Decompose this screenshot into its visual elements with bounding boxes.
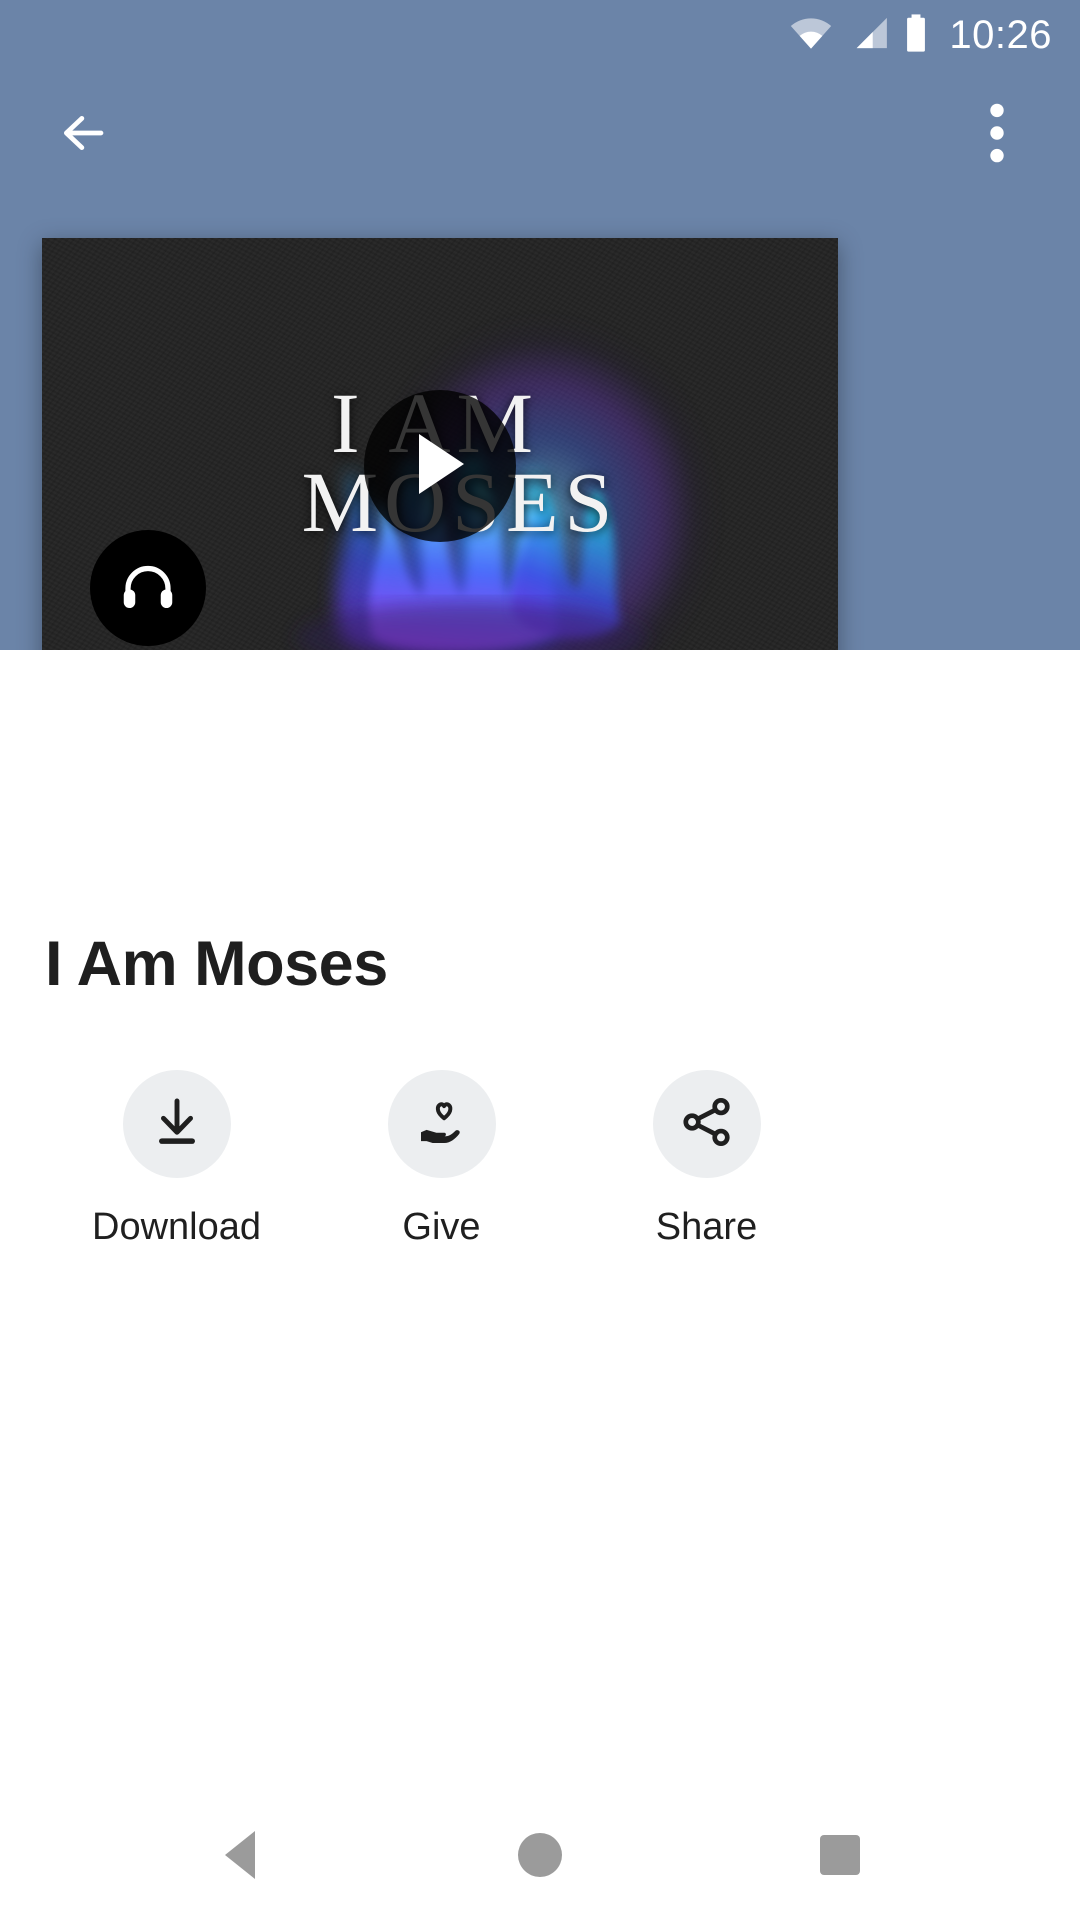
action-button-row: Download Give Share: [0, 1070, 1080, 1246]
download-button[interactable]: [122, 1070, 231, 1178]
headphones-icon: [118, 556, 178, 621]
overflow-menu-button[interactable]: [954, 92, 1040, 178]
give-action[interactable]: Give: [309, 1070, 574, 1246]
nav-recents-button[interactable]: [690, 1790, 990, 1920]
nav-back-button[interactable]: [90, 1790, 390, 1920]
app-screen: 10:26 I I Am Moses Download Give Share: [0, 0, 1080, 1920]
page-title: I Am Moses: [45, 929, 388, 999]
video-thumbnail-card[interactable]: I AM MOSES: [42, 238, 838, 694]
system-navigation-bar: [0, 1790, 1080, 1920]
give-label: Give: [402, 1206, 481, 1248]
content-sheet: I Am Moses Download Give Share: [0, 650, 1080, 1920]
status-bar-clock: 10:26: [949, 13, 1052, 57]
battery-icon: [903, 13, 929, 57]
give-button[interactable]: [387, 1070, 496, 1178]
share-button[interactable]: [652, 1070, 761, 1178]
play-button[interactable]: [364, 390, 516, 542]
back-arrow-icon: [56, 106, 110, 165]
play-icon: [407, 428, 473, 505]
nav-back-icon: [225, 1831, 255, 1879]
nav-home-icon: [518, 1833, 562, 1877]
download-action[interactable]: Download: [44, 1070, 309, 1246]
share-label: Share: [655, 1206, 758, 1248]
nav-recents-icon: [820, 1835, 860, 1875]
back-button[interactable]: [40, 92, 126, 178]
download-label: Download: [92, 1206, 261, 1248]
share-icon: [679, 1094, 735, 1155]
more-options-icon: [990, 103, 1004, 168]
wifi-icon: [789, 16, 833, 55]
download-icon: [149, 1094, 205, 1155]
app-bar: [0, 70, 1080, 200]
status-bar: 10:26: [0, 0, 1080, 70]
nav-home-button[interactable]: [390, 1790, 690, 1920]
audio-only-button[interactable]: [90, 530, 206, 646]
share-action[interactable]: Share: [574, 1070, 839, 1246]
hand-heart-icon: [414, 1094, 470, 1155]
cellular-signal-icon: [847, 16, 889, 55]
